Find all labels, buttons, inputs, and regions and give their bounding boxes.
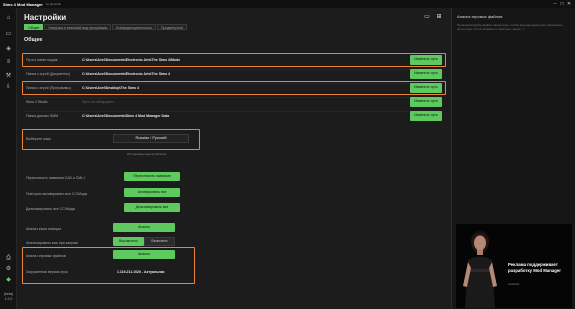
ad-title: Реклама поддерживает разработку Mod Mana… [508, 262, 561, 273]
studio-path-label: Sims 4 Studio [26, 100, 48, 104]
divider [24, 97, 424, 98]
game-analysis-label: Анализ игровых файлов [26, 254, 66, 258]
maximize-icon[interactable]: □ [559, 1, 565, 7]
folder-icon[interactable]: ▭ [423, 14, 431, 21]
studio-path-value: Путь не обнаружен... [82, 100, 117, 104]
deactivate-all-label: Деактивировать все CC/Моды [26, 207, 76, 211]
folder-icon[interactable]: ▭ [5, 31, 12, 38]
tab-advanced[interactable]: Продвинутый [156, 24, 187, 30]
minimize-icon[interactable]: – [552, 1, 558, 7]
wrench-icon[interactable]: ⚒ [5, 73, 12, 80]
change-studio-path-button[interactable]: Изменить путь [410, 97, 442, 107]
sliders-icon[interactable]: ≡ [5, 59, 12, 66]
mods-icon[interactable]: ◈ [5, 46, 12, 53]
cache-analysis-label: Анализ кэша позиции [26, 227, 62, 231]
app-subtitle: by ghost4ik [45, 2, 61, 6]
app-title: Sims 4 Mod Manager [3, 1, 43, 7]
language-select[interactable]: Russian / Русский [113, 134, 189, 143]
folder-add-icon[interactable]: ⊞ [435, 14, 443, 21]
title-bar: Sims 4 Mod Manager by ghost4ik – □ ✕ [0, 0, 575, 8]
translation-note: 2% перевод сделан Shrimax [127, 152, 167, 156]
page-title: Настройки [24, 13, 67, 22]
change-mods-path-button[interactable]: Изменить путь [410, 55, 442, 65]
game-path-label: Папка с игрой (Программы) [26, 86, 71, 90]
auto-cache-label: Анализировать кэш при запуске [26, 241, 79, 245]
tab-general[interactable]: Общее [24, 24, 44, 30]
divider [24, 69, 424, 70]
sims-logo-icon[interactable]: ◆ [5, 277, 12, 284]
home-icon[interactable]: ⌂ [5, 15, 12, 22]
cache-toggle-off[interactable]: Включено [144, 237, 175, 246]
change-game-path-button[interactable]: Изменить путь [410, 83, 442, 93]
toggle-names-label: Переключить названия CAS и CMLJ [26, 176, 85, 180]
toggle-names-button[interactable]: Переключить названия [124, 172, 180, 181]
beta-label: (beta) [3, 292, 14, 296]
ad-banner[interactable]: Реклама поддерживает разработку Mod Mana… [456, 224, 572, 308]
divider [24, 83, 424, 84]
gear-icon[interactable]: ⚙ [5, 266, 12, 273]
info-description: Проанализируйте файлы своей игры. Чтобы … [457, 23, 563, 31]
language-label: Выберите язык [26, 137, 51, 141]
section-title: Общее [24, 37, 43, 43]
close-icon[interactable]: ✕ [566, 1, 572, 7]
cache-toggle-on[interactable]: Выключено [113, 237, 144, 246]
mods-path-label: Путь к папке модов [26, 58, 58, 62]
tab-privacy[interactable]: Конфиденциальность [112, 24, 156, 30]
smm-data-label: Папка данных SMM [26, 114, 59, 118]
info-title: Анализ игровых файлов [457, 14, 503, 19]
smm-data-value: C:\Users\Axel\Documents\Sims 4 Mod Manag… [82, 114, 170, 118]
game-version-label: Загруженная версия игры [26, 270, 68, 274]
activate-all-button[interactable]: Активировать все [124, 188, 180, 197]
settings-panel: Настройки ▭ ⊞ Общее Нагрузка и внешний в… [17, 8, 451, 309]
info-panel: Анализ игровых файлов Проанализируйте фа… [451, 8, 575, 309]
app-window: Sims 4 Mod Manager by ghost4ik – □ ✕ ⌂ ▭… [0, 0, 575, 309]
mods-path-value: C:\Users\Axel\Documents\Electronic Arts\… [82, 58, 181, 62]
version-label: 1.2.0 [4, 297, 13, 301]
printer-icon[interactable]: ⎙ [5, 255, 12, 262]
change-docs-path-button[interactable]: Изменить путь [410, 69, 442, 79]
docs-path-value: C:\Users\Axel\Documents\Electronic Arts\… [82, 72, 170, 76]
game-analysis-button[interactable]: Анализ [113, 250, 175, 259]
tab-appearance[interactable]: Нагрузка и внешний вид программы [44, 24, 112, 30]
change-smm-data-button[interactable]: Изменить путь [410, 111, 442, 121]
divider [24, 111, 424, 112]
cache-analysis-button[interactable]: Анализ [113, 223, 175, 232]
ad-thanks: спасибо [508, 282, 520, 286]
deactivate-all-button[interactable]: Деактивировать все [124, 203, 180, 212]
docs-path-label: Папка с игрой (Документы) [26, 72, 71, 76]
game-path-value: C:\Users\Axel\Desktop\The Sims 4 [82, 86, 139, 90]
ad-character-image [456, 224, 502, 308]
settings-tabs: Общее Нагрузка и внешний вид программы К… [24, 24, 187, 30]
game-version-value: 1.116.211.1020 - Актуальная [117, 270, 165, 274]
sidebar: ⌂ ▭ ◈ ≡ ⚒ ⇩ ⎙ ⚙ ◆ (beta) 1.2.0 [0, 8, 17, 309]
reactivate-all-label: Повторно активировать все CC/Моды [26, 192, 88, 196]
download-icon[interactable]: ⇩ [5, 84, 12, 91]
